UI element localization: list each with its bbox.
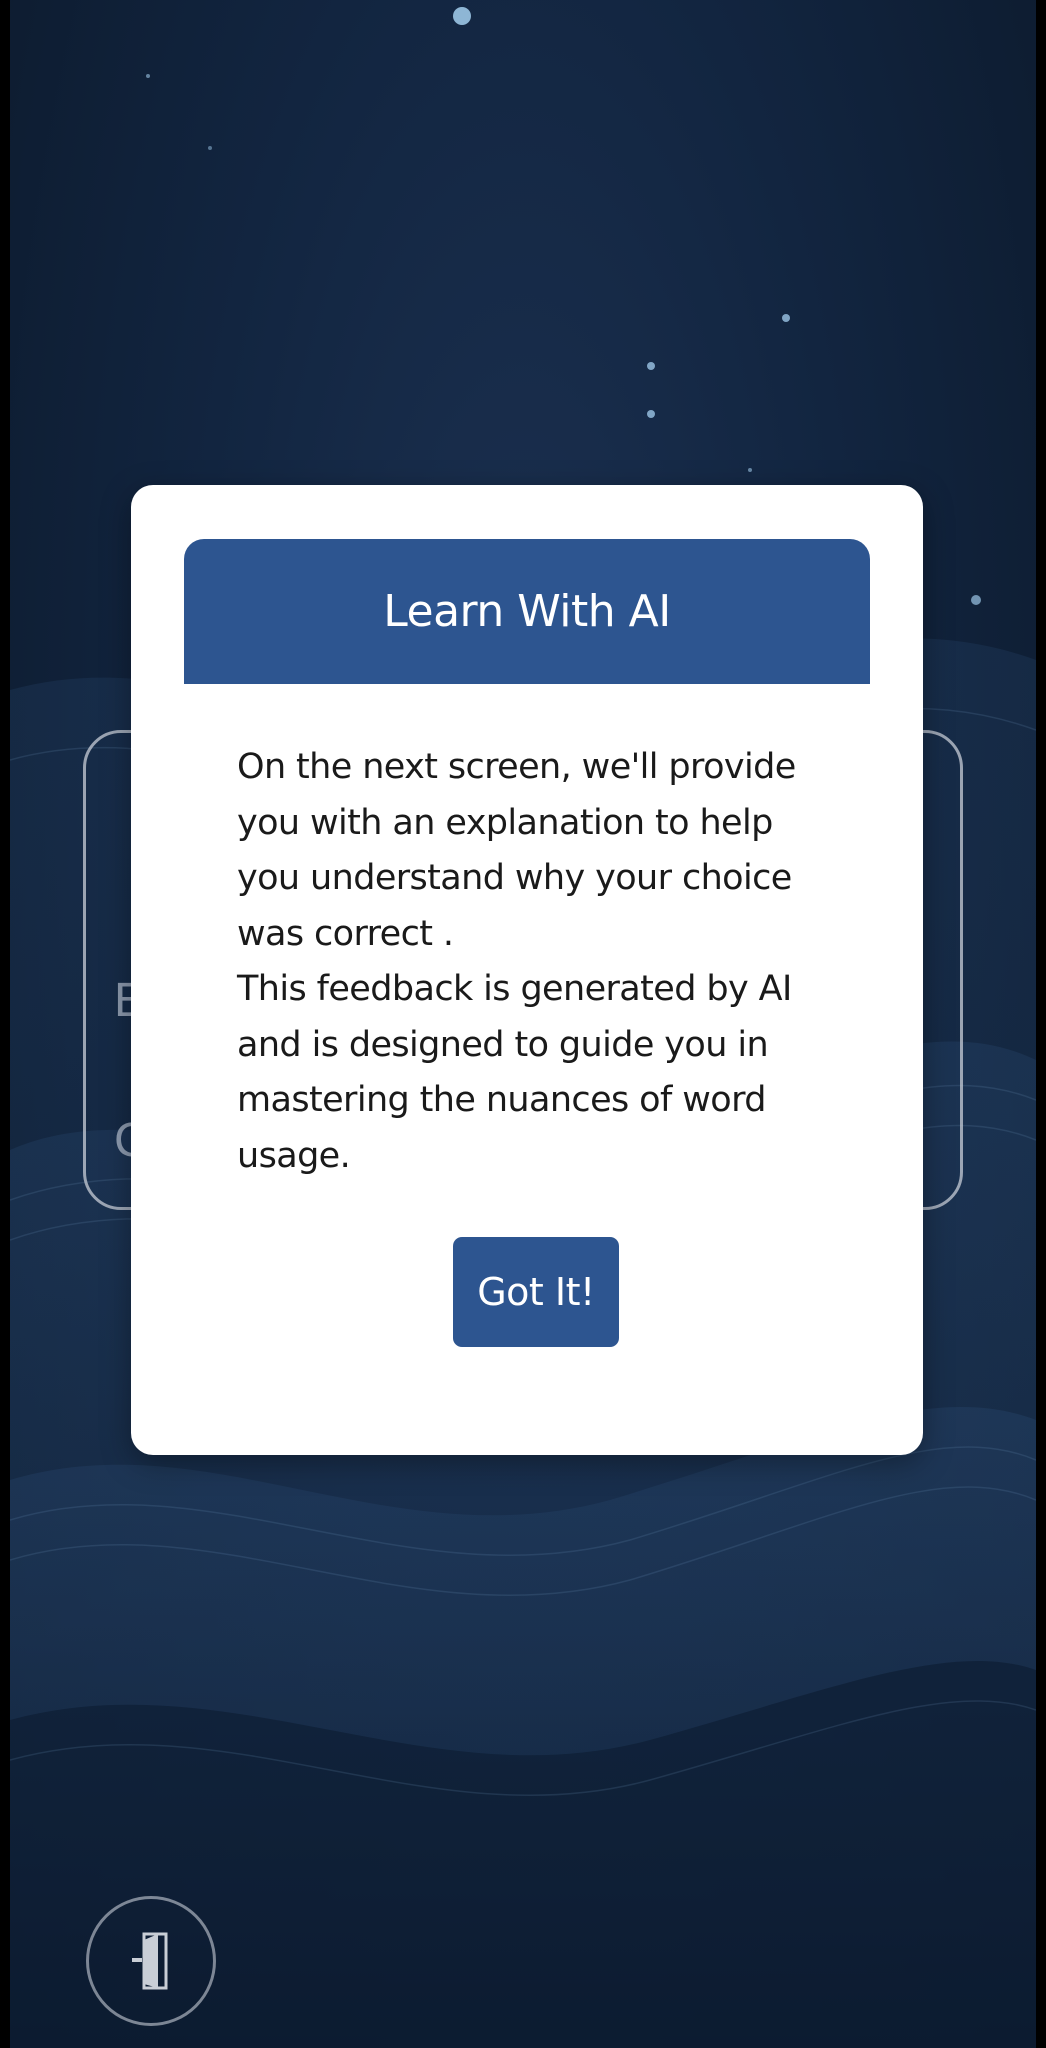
app-screen: E C Learn With AI On the next screen, we… <box>10 0 1036 2048</box>
dialog-paragraph: This feedback is generated by AI and is … <box>237 969 792 1176</box>
dialog-paragraph: On the next screen, we'll provide you wi… <box>237 747 796 954</box>
learn-with-ai-dialog: Learn With AI On the next screen, we'll … <box>131 485 923 1455</box>
letterbox-right <box>1036 0 1046 2048</box>
dialog-header: Learn With AI <box>184 539 870 684</box>
door-exit-icon <box>132 1932 168 1990</box>
got-it-button[interactable]: Got It! <box>453 1237 619 1347</box>
dialog-title: Learn With AI <box>383 586 671 637</box>
dialog-message: On the next screen, we'll provide you wi… <box>237 740 837 1184</box>
exit-button[interactable] <box>86 1896 216 2026</box>
letterbox-left <box>0 0 10 2048</box>
